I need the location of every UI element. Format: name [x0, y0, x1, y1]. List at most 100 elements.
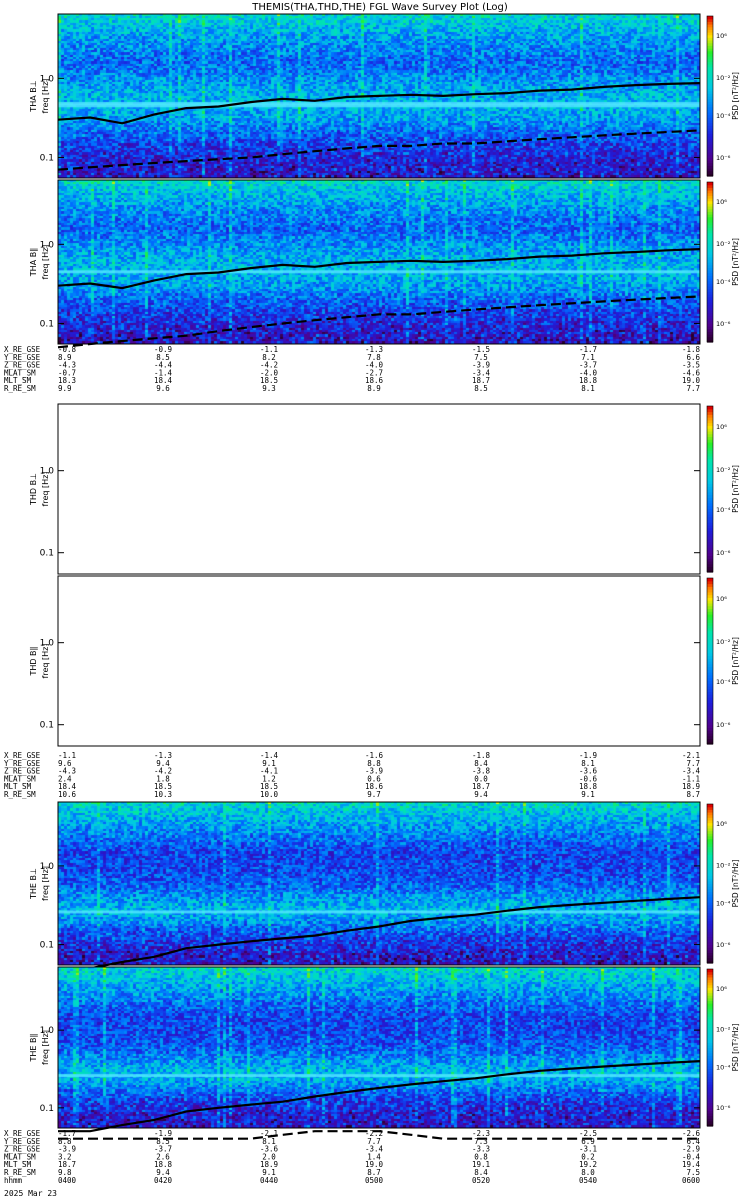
freq-axis-label: freq [Hz]: [41, 245, 50, 280]
ephemeris-value: 7.7: [686, 384, 700, 393]
panel-4: 0.11.0THE B⊥ freq [Hz]10⁶10⁻²10⁻⁴10⁻⁶PSD …: [29, 801, 740, 977]
colorbar-tick-label: 10⁻²: [716, 240, 731, 248]
ephemeris-value: 9.4: [474, 790, 488, 799]
probe-label: THE B⊥: [29, 868, 38, 900]
probe-label: THE B∥: [29, 1034, 38, 1063]
freq-axis-label: freq [Hz]: [41, 644, 50, 679]
colorbar-tick-label: 10⁶: [716, 985, 727, 993]
freq-tick-label: 0.1: [40, 319, 54, 329]
colorbar-tick-label: 10⁶: [716, 32, 727, 40]
spectrogram: [58, 967, 700, 1128]
freq-axis-label: freq [Hz]: [41, 1030, 50, 1065]
colorbar-tick-label: 10⁻⁴: [716, 1063, 731, 1071]
ephemeris-block-0: X_RE_GSE -0.8 -0.9 -1.1 -1.3 -1.5 -1.7 -1.8Y_RE…: [4, 345, 700, 393]
colorbar-tick-label: 10⁻⁶: [716, 154, 731, 162]
colorbar-label: PSD [nT²/Hz]: [731, 1024, 740, 1072]
colorbar-label: PSD [nT²/Hz]: [731, 72, 740, 120]
ephemeris-value: 8.7: [686, 790, 700, 799]
colorbar: 10⁶ 10⁻² 10⁻⁴ 10⁻⁶ PSD [nT²/Hz]: [706, 577, 740, 745]
ephemeris-value: 10.0: [260, 790, 279, 799]
colorbar-tick-label: 10⁻²: [716, 861, 731, 869]
colorbar-label: PSD [nT²/Hz]: [731, 637, 740, 685]
ephemeris-value: 8.5: [474, 384, 488, 393]
colorbar: 10⁶ 10⁻² 10⁻⁴ 10⁻⁶ PSD [nT²/Hz]: [706, 803, 740, 964]
colorbar-segment: [707, 969, 713, 973]
ephemeris-value: 10.6: [58, 790, 77, 799]
colorbar-tick-label: 10⁻⁶: [716, 721, 731, 729]
spectrogram: [58, 802, 700, 965]
plot-title: THEMIS(THA,THD,THE) FGL Wave Survey Plot…: [251, 2, 508, 13]
freq-axis-label: freq [Hz]: [41, 866, 50, 901]
panel-1: 0.11.0THA B∥ freq [Hz]10⁶10⁻²10⁻⁴10⁻⁶PSD …: [29, 179, 740, 349]
colorbar-tick-label: 10⁻⁴: [716, 278, 731, 286]
freq-tick-label: 0.1: [40, 549, 54, 559]
ephemeris-value: 0540: [579, 1176, 598, 1185]
freq-tick-label: 0.1: [40, 1104, 54, 1114]
freq-tick-label: 0.1: [40, 941, 54, 951]
colorbar-tick-label: 10⁻⁴: [716, 506, 731, 514]
ephemeris-value: 0400: [58, 1176, 77, 1185]
freq-tick-label: 0.1: [40, 153, 54, 163]
colorbar-tick-label: 10⁻⁶: [716, 320, 731, 328]
ephemeris-value: 0420: [154, 1176, 173, 1185]
colorbar-tick-label: 10⁶: [716, 595, 727, 603]
colorbar-segment: [707, 804, 713, 808]
colorbar-tick-label: 10⁻⁶: [716, 941, 731, 949]
colorbar-segment: [707, 182, 713, 186]
ephemeris-value: 0500: [365, 1176, 384, 1185]
ephemeris-value: 10.3: [154, 790, 172, 799]
freq-tick-label: 0.1: [40, 721, 54, 731]
ephemeris-row-label: R_RE_SM: [4, 790, 36, 799]
ephemeris-value: 9.7: [367, 790, 381, 799]
probe-label: THA B⊥: [29, 80, 38, 112]
colorbar-segment: [707, 406, 713, 410]
ephemeris-block-2: X_RE_GSE -1.7 -1.9 -2.1 -2.2 -2.3 -2.5 -2.6Y_RE…: [4, 1129, 700, 1185]
freq-axis-label: freq [Hz]: [41, 79, 50, 114]
panel-frame: [57, 575, 701, 747]
panel-2: 0.11.0THD B⊥ freq [Hz]10⁶10⁻²10⁻⁴10⁻⁶PSD …: [29, 403, 740, 575]
ephemeris-value: 8.9: [367, 384, 381, 393]
colorbar-tick-label: 10⁻²: [716, 74, 731, 82]
colorbar-segment: [707, 16, 713, 20]
colorbar-label: PSD [nT²/Hz]: [731, 860, 740, 908]
colorbar-label: PSD [nT²/Hz]: [731, 238, 740, 286]
probe-label: THD B∥: [29, 646, 38, 676]
colorbar-tick-label: 10⁻⁴: [716, 112, 731, 120]
ephemeris-block-1: X_RE_GSE -1.1 -1.3 -1.4 -1.6 -1.8 -1.9 -2.1Y_RE…: [4, 751, 700, 799]
colorbar: 10⁶ 10⁻² 10⁻⁴ 10⁻⁶ PSD [nT²/Hz]: [706, 405, 740, 573]
colorbar-segment: [707, 578, 713, 582]
colorbar-tick-label: 10⁻⁶: [716, 549, 731, 557]
ephemeris-value: 0440: [260, 1176, 279, 1185]
colorbar-tick-label: 10⁶: [716, 423, 727, 431]
colorbar: 10⁶ 10⁻² 10⁻⁴ 10⁻⁶ PSD [nT²/Hz]: [706, 181, 740, 343]
panel-0: 0.11.0THA B⊥ freq [Hz]10⁶10⁻²10⁻⁴10⁻⁶PSD …: [29, 13, 740, 179]
ephemeris-value: 0520: [472, 1176, 491, 1185]
ephemeris-value: 0600: [682, 1176, 701, 1185]
probe-label: THD B⊥: [29, 473, 38, 506]
wave-survey-plot: THEMIS(THA,THD,THE) FGL Wave Survey Plot…: [4, 2, 740, 1198]
colorbar-tick-label: 10⁻²: [716, 638, 731, 646]
colorbar-tick-label: 10⁶: [716, 820, 727, 828]
colorbar: 10⁶ 10⁻² 10⁻⁴ 10⁻⁶ PSD [nT²/Hz]: [706, 968, 740, 1127]
colorbar: 10⁶ 10⁻² 10⁻⁴ 10⁻⁶ PSD [nT²/Hz]: [706, 15, 740, 177]
panels: 0.11.0THA B⊥ freq [Hz]10⁶10⁻²10⁻⁴10⁻⁶PSD …: [29, 13, 740, 1140]
colorbar-tick-label: 10⁻⁶: [716, 1104, 731, 1112]
date-label: 2025 Mar 23: [4, 1189, 57, 1198]
ephemeris-value: 8.1: [581, 384, 595, 393]
ephemeris-value: 9.6: [156, 384, 170, 393]
colorbar-tick-label: 10⁻²: [716, 466, 731, 474]
freq-axis-label: freq [Hz]: [41, 472, 50, 507]
colorbar-tick-label: 10⁶: [716, 198, 727, 206]
colorbar-tick-label: 10⁻²: [716, 1026, 731, 1034]
colorbar-label: PSD [nT²/Hz]: [731, 465, 740, 513]
colorbar-tick-label: 10⁻⁴: [716, 678, 731, 686]
ephemeris-row-label: R_RE_SM: [4, 384, 36, 393]
panel-3: 0.11.0THD B∥ freq [Hz]10⁶10⁻²10⁻⁴10⁻⁶PSD …: [29, 575, 740, 747]
ephemeris-value: 9.9: [58, 384, 72, 393]
panel-5: 0.11.0THE B∥ freq [Hz]10⁶10⁻²10⁻⁴10⁻⁶PSD …: [29, 966, 740, 1140]
ephemeris-value: 9.1: [581, 790, 595, 799]
colorbar-tick-label: 10⁻⁴: [716, 900, 731, 908]
ephemeris-row-label: hhmm: [4, 1176, 23, 1185]
probe-label: THA B∥: [29, 248, 38, 277]
ephemeris-value: 9.3: [262, 384, 276, 393]
